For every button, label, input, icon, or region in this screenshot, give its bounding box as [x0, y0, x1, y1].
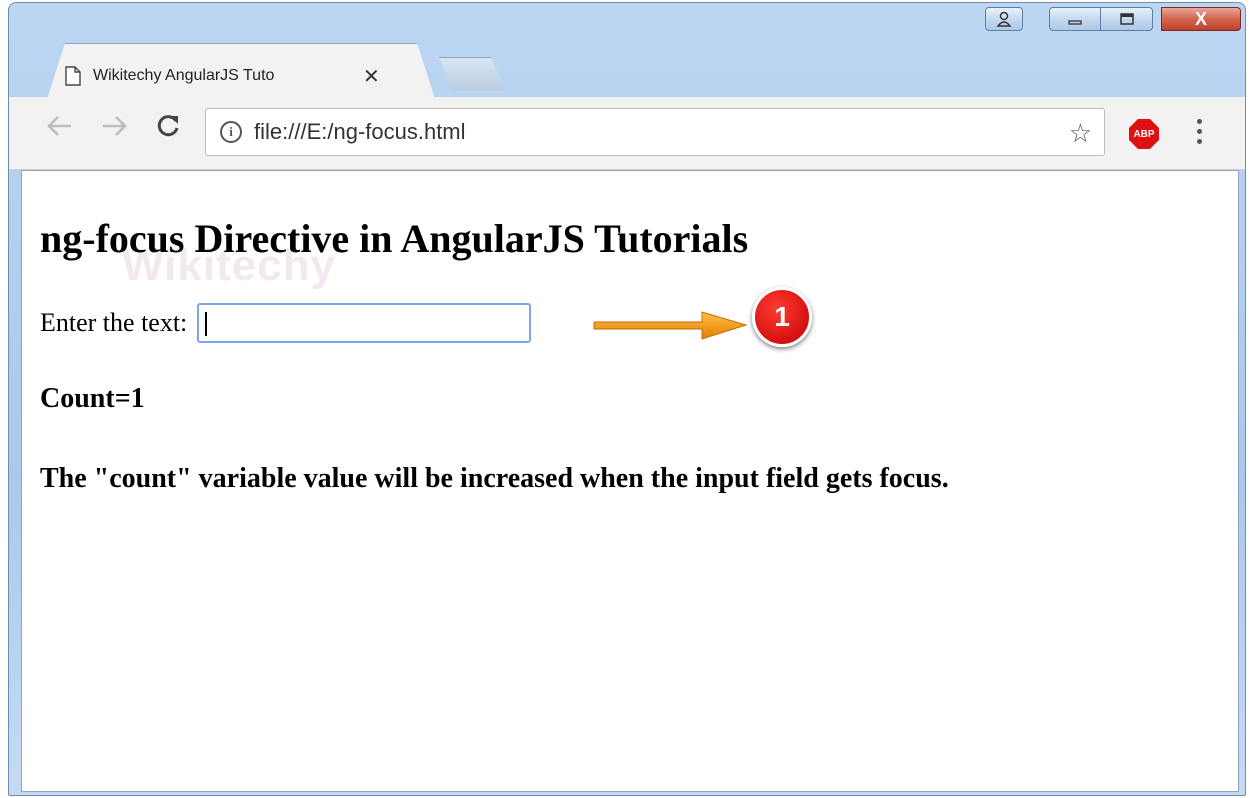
count-text: Count=1 [40, 383, 145, 414]
tab-content: Wikitechy AngularJS Tuto ✕ [65, 59, 405, 93]
profile-button[interactable] [985, 7, 1023, 31]
window-controls [1049, 7, 1161, 31]
person-icon [996, 11, 1012, 27]
close-icon: X [1194, 8, 1207, 29]
bookmark-star-icon[interactable]: ☆ [1069, 118, 1092, 149]
arrow-left-icon [47, 116, 71, 136]
maximize-button[interactable] [1101, 7, 1153, 31]
minimize-button[interactable] [1049, 7, 1101, 31]
input-row: Enter the text: [40, 303, 532, 343]
reload-button[interactable] [155, 113, 181, 146]
info-icon[interactable]: i [220, 121, 242, 143]
adblock-extension-icon[interactable]: ABP [1129, 119, 1159, 149]
page-heading: ng-focus Directive in AngularJS Tutorial… [40, 216, 749, 261]
description-text: The "count" variable value will be incre… [40, 463, 949, 494]
arrow-right-icon [103, 116, 127, 136]
browser-toolbar: i file:///E:/ng-focus.html ☆ ABP [9, 97, 1245, 170]
address-bar[interactable]: i file:///E:/ng-focus.html ☆ [205, 108, 1105, 156]
maximize-icon [1119, 13, 1134, 25]
menu-kebab-icon[interactable] [1197, 119, 1203, 144]
back-button[interactable] [45, 113, 73, 145]
new-tab-button[interactable] [439, 57, 505, 91]
annotation-badge: 1 [752, 287, 812, 347]
page-icon [65, 66, 81, 86]
browser-window: X Wikitechy AngularJS Tuto ✕ i file:///E… [8, 2, 1246, 796]
url-text[interactable]: file:///E:/ng-focus.html [254, 119, 466, 145]
reload-icon [157, 115, 179, 137]
window-close-button[interactable]: X [1161, 7, 1241, 31]
annotation-arrow-icon [593, 311, 748, 340]
text-caret [205, 312, 208, 336]
input-label: Enter the text: [40, 308, 188, 337]
tab-close-icon[interactable]: ✕ [363, 64, 380, 89]
page-content: Wikitechy ng-focus Directive in AngularJ… [21, 170, 1239, 792]
text-input[interactable] [197, 303, 532, 343]
tab-title: Wikitechy AngularJS Tuto [93, 67, 275, 84]
minimize-icon [1068, 20, 1082, 25]
forward-button[interactable] [101, 113, 129, 145]
